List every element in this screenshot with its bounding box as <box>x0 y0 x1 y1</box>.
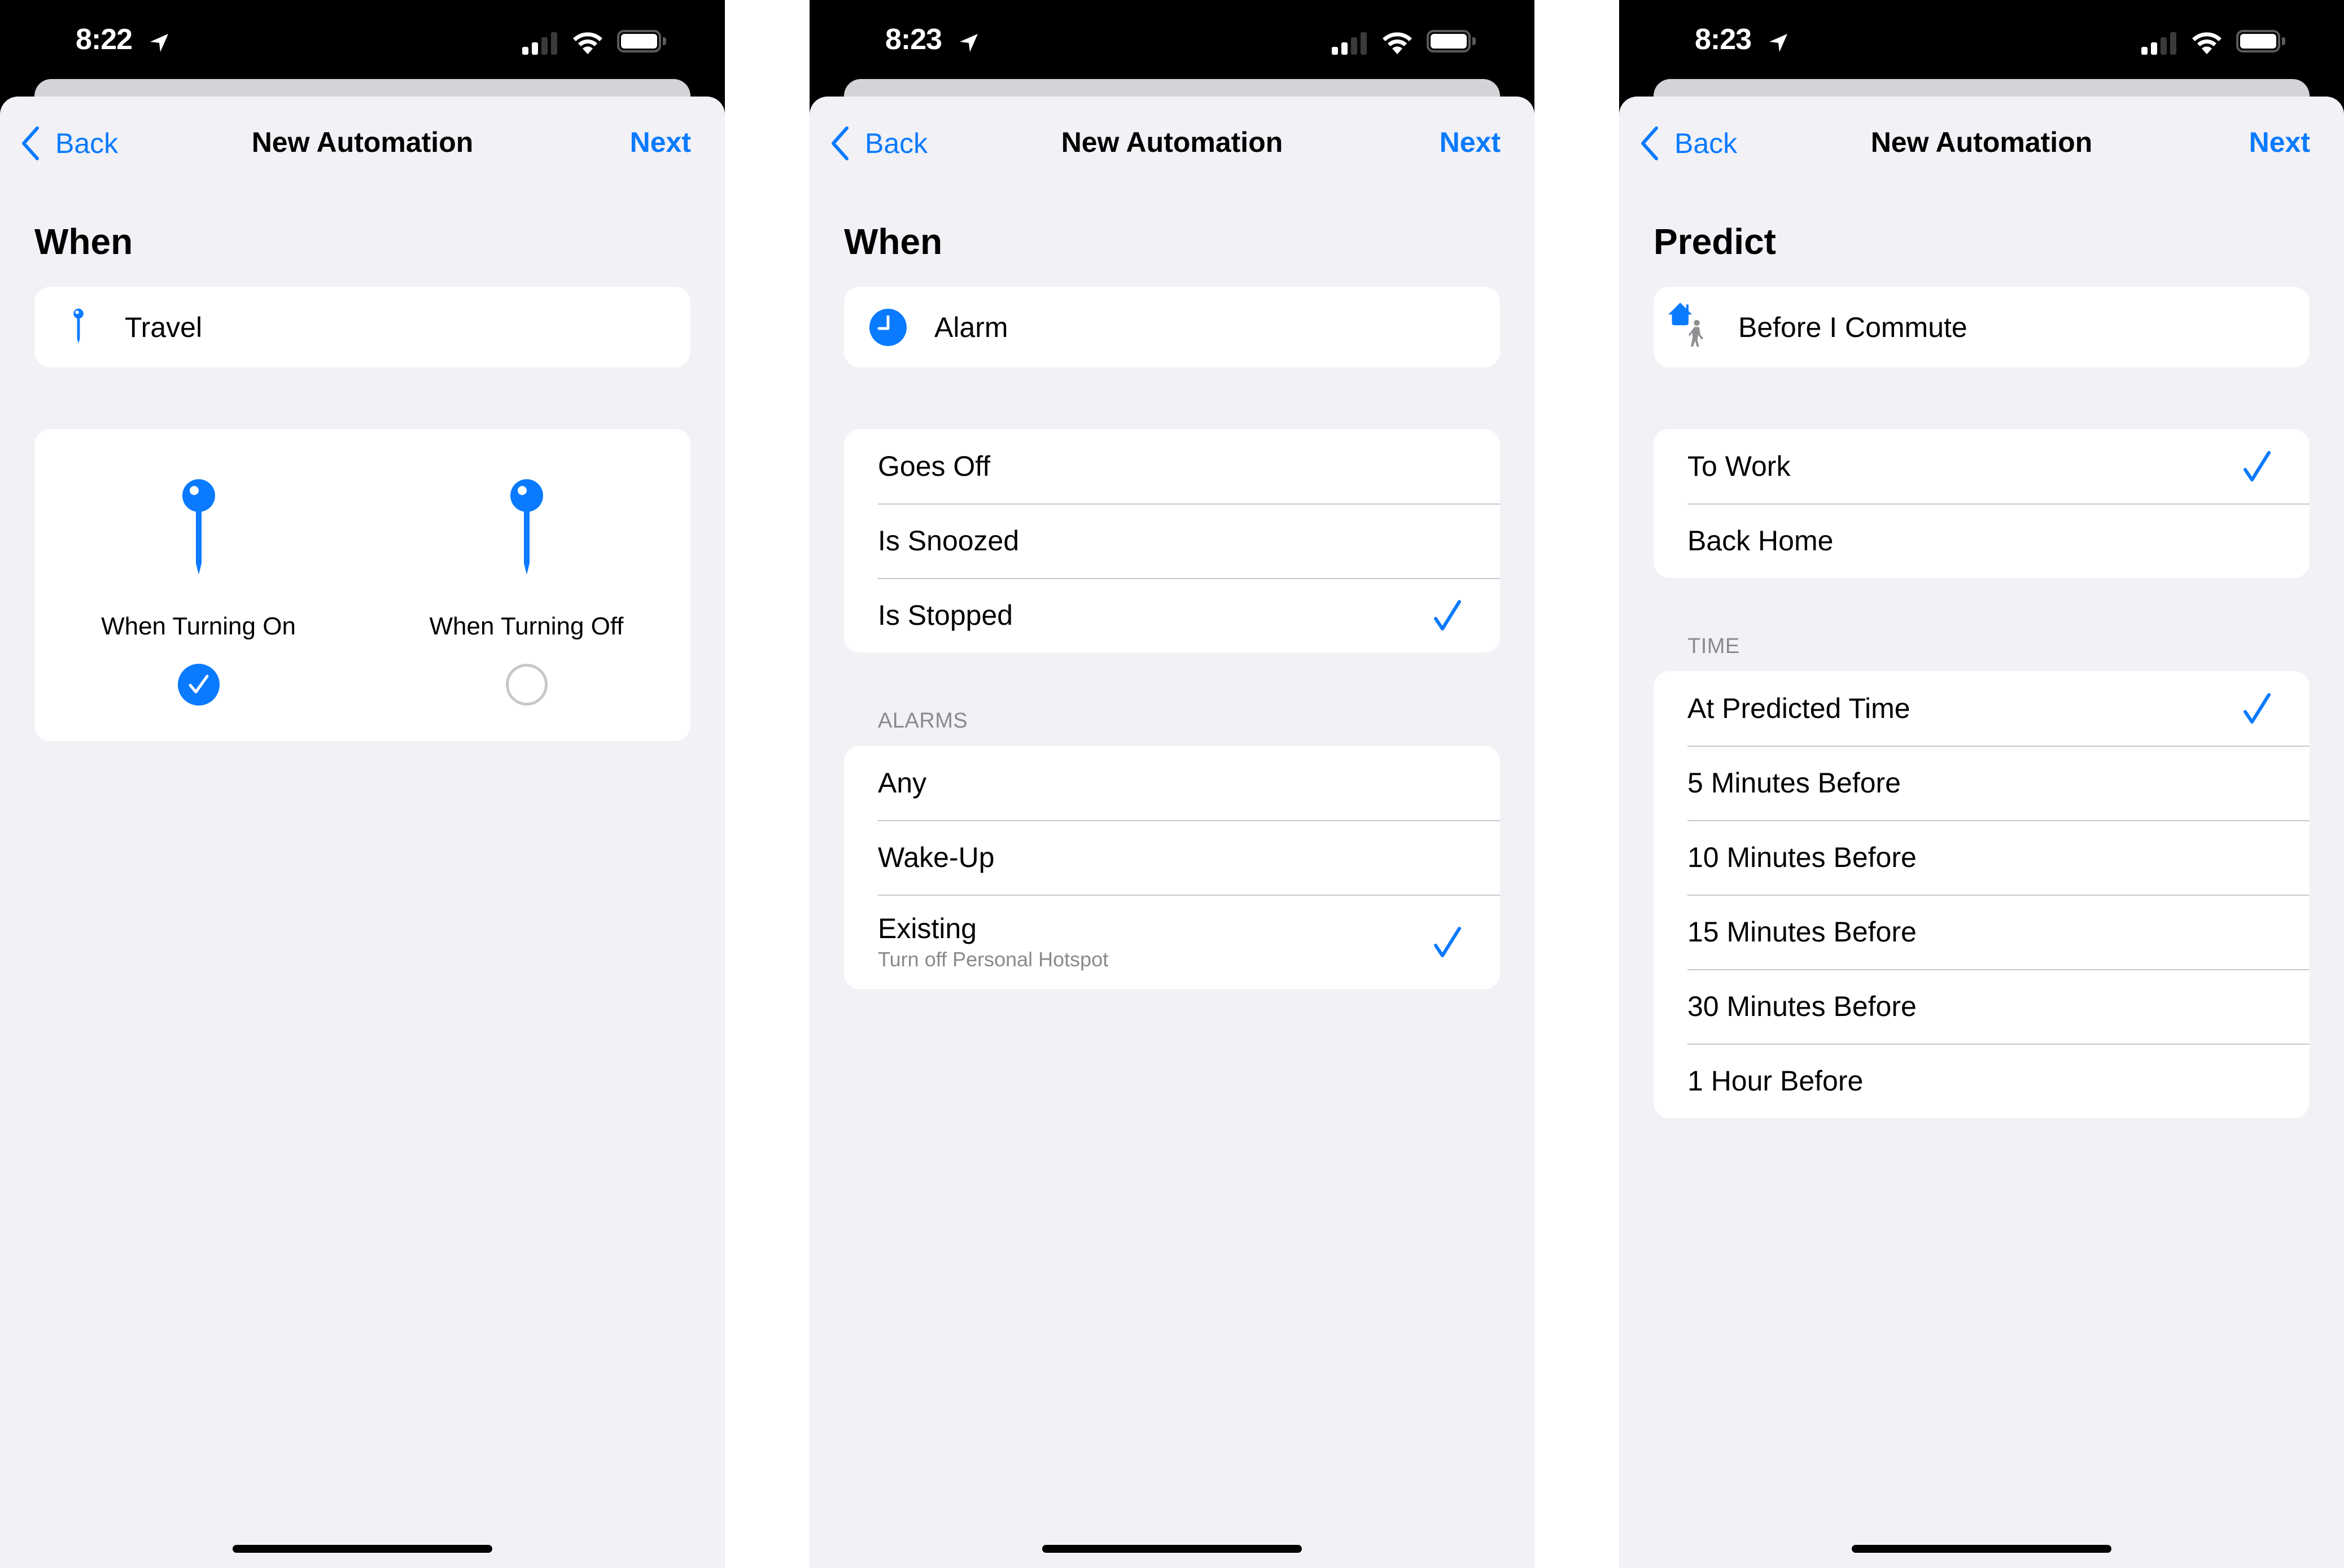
chevron-left-icon <box>22 126 39 160</box>
screen-alarm-trigger: 8:23 Back New Automation Next When Alarm… <box>810 0 1534 1568</box>
section-title: When <box>844 221 943 262</box>
wifi-icon <box>2192 32 2221 54</box>
time-option[interactable]: 5 Minutes Before <box>1654 746 2310 820</box>
trigger-label: Alarm <box>934 311 1008 343</box>
cellular-signal-icon <box>2141 31 2177 55</box>
automation-sheet: Back New Automation Next When Alarm Goes… <box>810 97 1534 1568</box>
pin-icon <box>182 479 215 575</box>
option-when-turning-on[interactable]: When Turning On <box>34 429 362 741</box>
option-label: Any <box>878 767 927 799</box>
trigger-label: Travel <box>125 311 203 343</box>
battery-icon <box>2236 30 2288 55</box>
time-option[interactable]: At Predicted Time <box>1654 671 2310 746</box>
time-option[interactable]: 15 Minutes Before <box>1654 895 2310 969</box>
option-back-home[interactable]: Back Home <box>1654 503 2310 578</box>
option-label: Is Snoozed <box>878 525 1020 557</box>
automation-sheet: Back New Automation Next Predict Before … <box>1619 97 2344 1568</box>
checkmark-icon <box>2244 693 2271 724</box>
home-commute-icon <box>1654 287 1738 367</box>
time-options-card: At Predicted Time 5 Minutes Before 10 Mi… <box>1654 671 2310 1118</box>
next-button[interactable]: Next <box>2249 126 2310 159</box>
location-arrow-icon <box>150 34 168 52</box>
time-option[interactable]: 1 Hour Before <box>1654 1044 2310 1118</box>
option-label: Wake-Up <box>878 842 995 873</box>
option-label: 5 Minutes Before <box>1687 767 1901 799</box>
home-indicator[interactable] <box>1852 1545 2111 1553</box>
trigger-label: Before I Commute <box>1738 311 1967 343</box>
option-label: When Turning On <box>101 612 296 640</box>
screen-commute-trigger: 8:23 Back New Automation Next Predict Be… <box>1619 0 2344 1568</box>
pin-icon <box>510 479 543 575</box>
option-to-work[interactable]: To Work <box>1654 429 2310 503</box>
screen-travel-trigger: 8:22 Back New Automation Next When Trave… <box>0 0 725 1568</box>
wifi-icon <box>573 32 602 54</box>
option-label: 1 Hour Before <box>1687 1065 1864 1097</box>
home-indicator[interactable] <box>233 1545 492 1553</box>
checkmark-icon <box>1434 600 1461 630</box>
section-title: When <box>34 221 133 262</box>
option-label: Existing <box>878 912 977 944</box>
pin-icon <box>34 287 125 367</box>
time-option[interactable]: 10 Minutes Before <box>1654 820 2310 895</box>
option-label: Goes Off <box>878 450 991 482</box>
back-button[interactable]: Back <box>1639 125 1737 162</box>
cellular-signal-icon <box>1332 31 1368 55</box>
home-indicator[interactable] <box>1042 1545 1302 1553</box>
option-label: At Predicted Time <box>1687 693 1910 724</box>
trigger-card[interactable]: Before I Commute <box>1654 287 2310 367</box>
battery-icon <box>617 30 669 55</box>
alarms-card: Any Wake-Up Existing Turn off Personal H… <box>844 746 1500 989</box>
back-label: Back <box>865 128 928 159</box>
status-time: 8:23 <box>1695 23 1752 56</box>
status-time: 8:22 <box>76 23 133 56</box>
wifi-icon <box>1383 32 1412 54</box>
alarms-section-header: ALARMS <box>878 709 968 733</box>
event-options-card: Goes Off Is Snoozed Is Stopped <box>844 429 1500 652</box>
option-goes-off[interactable]: Goes Off <box>844 429 1500 503</box>
toggle-options-card: When Turning On When Turning Off <box>34 429 690 741</box>
option-label: When Turning Off <box>429 612 624 640</box>
option-label: To Work <box>1687 450 1791 482</box>
back-button[interactable]: Back <box>20 125 118 162</box>
location-arrow-icon <box>960 34 978 52</box>
radio-unselected[interactable] <box>505 664 548 706</box>
section-title: Predict <box>1654 221 1776 262</box>
time-section-header: TIME <box>1687 634 1740 658</box>
option-label: 15 Minutes Before <box>1687 916 1917 948</box>
checkmark-icon <box>2244 451 2271 481</box>
next-button[interactable]: Next <box>630 126 691 159</box>
location-arrow-icon <box>1769 34 1787 52</box>
option-when-turning-off[interactable]: When Turning Off <box>362 429 690 741</box>
option-is-snoozed[interactable]: Is Snoozed <box>844 503 1500 578</box>
chevron-left-icon <box>1641 126 1658 160</box>
alarm-existing[interactable]: Existing Turn off Personal Hotspot <box>844 895 1500 989</box>
time-option[interactable]: 30 Minutes Before <box>1654 969 2310 1044</box>
option-subtitle: Turn off Personal Hotspot <box>878 947 1109 971</box>
chevron-left-icon <box>832 126 849 160</box>
alarm-clock-icon <box>844 287 934 367</box>
option-label: Is Stopped <box>878 599 1013 631</box>
radio-selected[interactable] <box>177 664 220 706</box>
alarm-any[interactable]: Any <box>844 746 1500 820</box>
status-time: 8:23 <box>885 23 942 56</box>
back-button[interactable]: Back <box>830 125 928 162</box>
checkmark-icon <box>1434 927 1461 957</box>
option-label: 30 Minutes Before <box>1687 991 1917 1022</box>
battery-icon <box>1427 30 1479 55</box>
checkmark-icon <box>189 674 208 694</box>
option-is-stopped[interactable]: Is Stopped <box>844 578 1500 652</box>
automation-sheet: Back New Automation Next When Travel Whe… <box>0 97 725 1568</box>
option-label: Back Home <box>1687 525 1834 557</box>
cellular-signal-icon <box>522 31 558 55</box>
trigger-card[interactable]: Travel <box>34 287 690 367</box>
back-label: Back <box>1674 128 1738 159</box>
next-button[interactable]: Next <box>1440 126 1501 159</box>
trigger-card[interactable]: Alarm <box>844 287 1500 367</box>
back-label: Back <box>55 128 119 159</box>
option-label: 10 Minutes Before <box>1687 842 1917 873</box>
alarm-wake-up[interactable]: Wake-Up <box>844 820 1500 895</box>
direction-options-card: To Work Back Home <box>1654 429 2310 578</box>
